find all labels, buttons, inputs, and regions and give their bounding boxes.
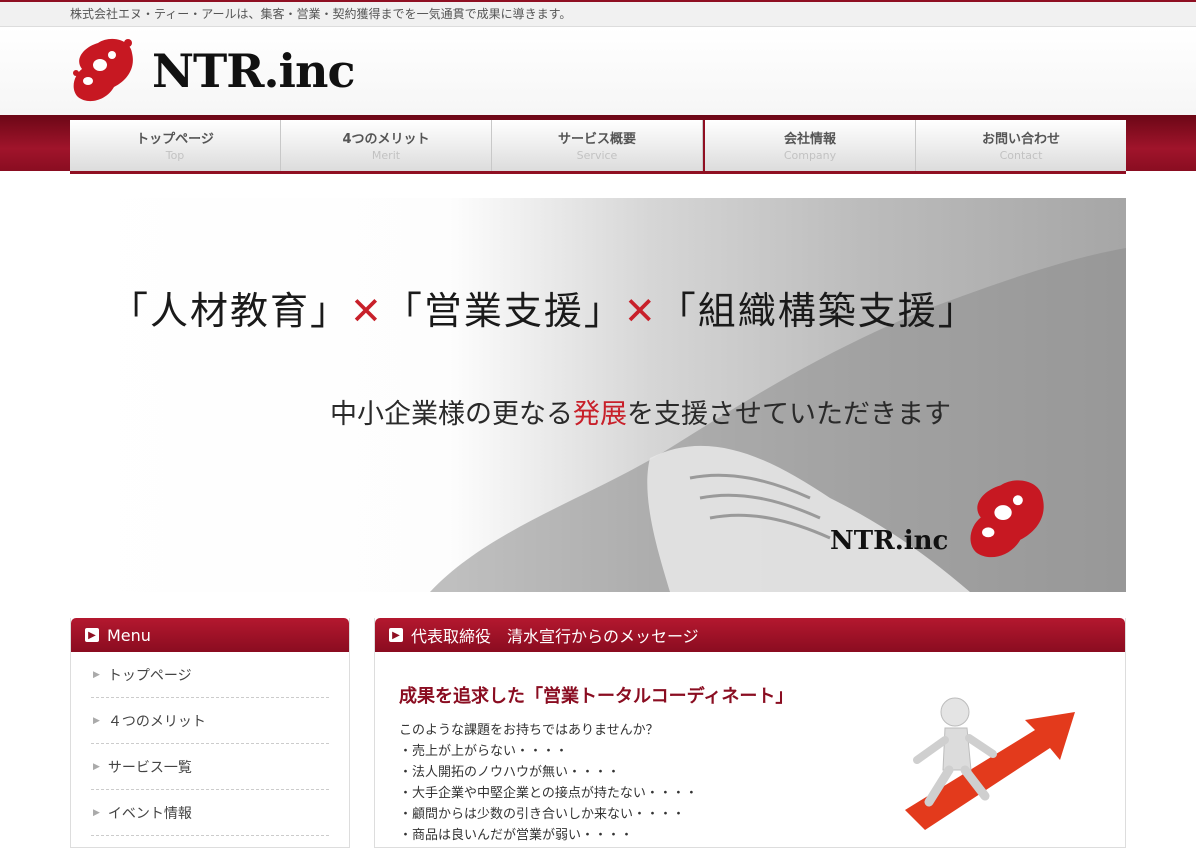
nav-item-top[interactable]: トップページ Top [70, 120, 281, 171]
ntr-logo-mark-icon [73, 38, 133, 102]
nav-item-sublabel: Company [783, 149, 837, 162]
nav-item-label: トップページ [136, 132, 214, 147]
sidebar-menu-list: ▶ トップページ ▶ ４つのメリット ▶ サービス一覧 ▶ イベント情報 [71, 652, 349, 836]
sidebar-item-events[interactable]: ▶ イベント情報 [91, 790, 329, 836]
hero-headline: 「人材教育」✕「営業支援」✕「組織構築支援」 [110, 280, 978, 335]
nav-item-company[interactable]: 会社情報 Company [703, 120, 916, 171]
sidebar-item-services[interactable]: ▶ サービス一覧 [91, 744, 329, 790]
hero-subheadline: 中小企業様の更なる発展を支援させていただきます [330, 392, 951, 431]
site-header: NTR.inc [0, 27, 1196, 115]
sidebar-item-label: サービス一覧 [107, 759, 192, 776]
global-nav: トップページ Top 4つのメリット Merit サービス概要 Service … [70, 120, 1126, 174]
nav-item-sublabel: Merit [371, 149, 401, 162]
running-figure-arrow-image [905, 697, 1075, 830]
cross-icon: ✕ [350, 289, 384, 333]
sidebar-item-label: トップページ [107, 667, 192, 684]
sidebar-menu: ▶ Menu ▶ トップページ ▶ ４つのメリット ▶ サービス一覧 ▶ イベン… [70, 618, 350, 848]
hero-headline-part: 「人材教育」 [110, 289, 351, 333]
main-heading: ▶ 代表取締役 清水宣行からのメッセージ [375, 618, 1125, 652]
hero-headline-part: 「組織構築支援」 [657, 289, 978, 333]
sidebar-item-merit[interactable]: ▶ ４つのメリット [91, 698, 329, 744]
triangle-right-icon: ▶ [93, 669, 100, 680]
message-line: ・商品は良いんだが営業が弱い・・・・ [399, 828, 634, 843]
hero-banner: 「人材教育」✕「営業支援」✕「組織構築支援」 中小企業様の更なる発展を支援させて… [70, 198, 1126, 592]
sidebar-item-label: ４つのメリット [107, 713, 206, 730]
triangle-right-icon: ▶ [93, 761, 100, 772]
ntr-logo-mark-icon [970, 480, 1044, 558]
sidebar-item-label: イベント情報 [107, 805, 192, 822]
message-line: ・大手企業や中堅企業との接点が持たない・・・・ [399, 786, 698, 801]
tagline-text: 株式会社エヌ・ティー・アールは、集客・営業・契約獲得までを一気通貫で成果に導きま… [70, 7, 572, 21]
nav-item-label: サービス概要 [557, 132, 636, 147]
hero-brand-text: NTR.inc [830, 526, 949, 556]
message-body: このような課題をお持ちではありませんか？ ・売上が上がらない・・・・ ・法人開拓… [399, 720, 698, 846]
site-logo[interactable]: NTR.inc [70, 35, 355, 107]
sidebar-item-top[interactable]: ▶ トップページ [91, 652, 329, 698]
top-tagline-bar: 株式会社エヌ・ティー・アールは、集客・営業・契約獲得までを一気通貫で成果に導きま… [0, 0, 1196, 27]
nav-item-label: 4つのメリット [342, 132, 430, 147]
arrow-right-icon: ▶ [389, 628, 403, 642]
hero-headline-part: 「営業支援」 [383, 289, 624, 333]
message-line: ・顧問からは少数の引き合いしか来ない・・・・ [399, 807, 686, 822]
triangle-right-icon: ▶ [93, 715, 100, 726]
main-heading-label: 代表取締役 清水宣行からのメッセージ [411, 627, 699, 646]
message-line: このような課題をお持ちではありませんか？ [399, 723, 659, 738]
logo-text: NTR.inc [152, 44, 355, 98]
triangle-right-icon: ▶ [93, 807, 100, 818]
hero-sub-part: 中小企業様の更なる [330, 399, 573, 430]
arrow-right-icon: ▶ [85, 628, 99, 642]
nav-item-service[interactable]: サービス概要 Service [492, 120, 703, 171]
nav-item-label: お問い合わせ [981, 132, 1060, 147]
nav-item-contact[interactable]: お問い合わせ Contact [916, 120, 1126, 171]
cross-icon: ✕ [623, 289, 658, 333]
message-line: ・法人開拓のノウハウが無い・・・・ [399, 765, 621, 780]
hero-sub-part: を支援させていただきます [627, 399, 951, 430]
nav-item-sublabel: Contact [999, 149, 1043, 162]
nav-item-merit[interactable]: 4つのメリット Merit [281, 120, 492, 171]
sidebar-heading: ▶ Menu [71, 618, 349, 652]
hero-sub-highlight: 発展 [573, 399, 627, 430]
message-title: 成果を追求した「営業トータルコーディネート」 [399, 686, 794, 707]
sidebar-heading-label: Menu [107, 625, 151, 645]
nav-item-sublabel: Service [576, 149, 618, 162]
message-line: ・売上が上がらない・・・・ [399, 744, 569, 759]
nav-item-sublabel: Top [165, 149, 185, 162]
ceo-message-panel: ▶ 代表取締役 清水宣行からのメッセージ 成果を追求した「営業トータルコーディネ… [374, 618, 1126, 848]
nav-item-label: 会社情報 [783, 132, 836, 147]
